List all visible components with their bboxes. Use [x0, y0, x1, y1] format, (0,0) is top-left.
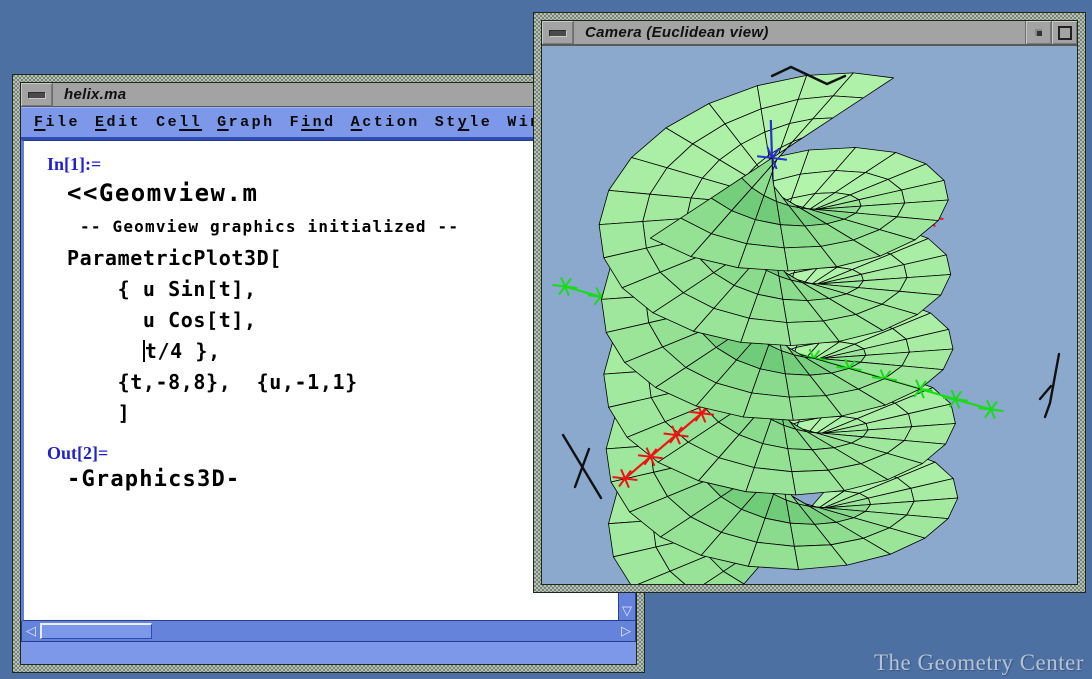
maximize-button[interactable] [1051, 21, 1077, 44]
window-menu-button[interactable] [542, 21, 574, 44]
window-menu-icon [28, 92, 45, 98]
menu-item-action[interactable]: Action [351, 114, 420, 131]
menu-item-edit[interactable]: Edit [95, 114, 141, 131]
notebook-document[interactable]: In[1]:=<<Geomview.m-- Geomview graphics … [21, 140, 619, 621]
scroll-down-icon[interactable]: ▽ [619, 602, 635, 620]
menu-item-cell[interactable]: Cell [156, 114, 202, 131]
scroll-right-icon[interactable]: ▷ [617, 621, 635, 641]
menu-item-graph[interactable]: Graph [217, 114, 275, 131]
menu-item-file[interactable]: File [34, 114, 80, 131]
menu-item-find[interactable]: Find [290, 114, 336, 131]
camera-3d-view[interactable] [542, 45, 1077, 584]
camera-titlebar[interactable]: Camera (Euclidean view) [542, 21, 1077, 45]
camera-window: Camera (Euclidean view) [533, 12, 1086, 593]
iconify-icon [1035, 29, 1042, 36]
scroll-left-icon[interactable]: ◁ [22, 621, 40, 641]
horizontal-scrollbar[interactable]: ◁ ▷ [21, 621, 636, 642]
notebook-bottom-band [21, 642, 636, 664]
maximize-icon [1058, 26, 1072, 40]
window-menu-button[interactable] [21, 83, 53, 106]
window-menu-icon [549, 30, 566, 36]
camera-window-title: Camera (Euclidean view) [574, 21, 1025, 44]
iconify-button[interactable] [1025, 21, 1051, 44]
desktop: { "desktop": { "background": "#4C70A2", … [0, 0, 1092, 679]
horizontal-scrollbar-thumb[interactable] [40, 623, 152, 639]
menu-item-style[interactable]: Style [435, 114, 493, 131]
watermark-text: The Geometry Center [874, 650, 1084, 676]
